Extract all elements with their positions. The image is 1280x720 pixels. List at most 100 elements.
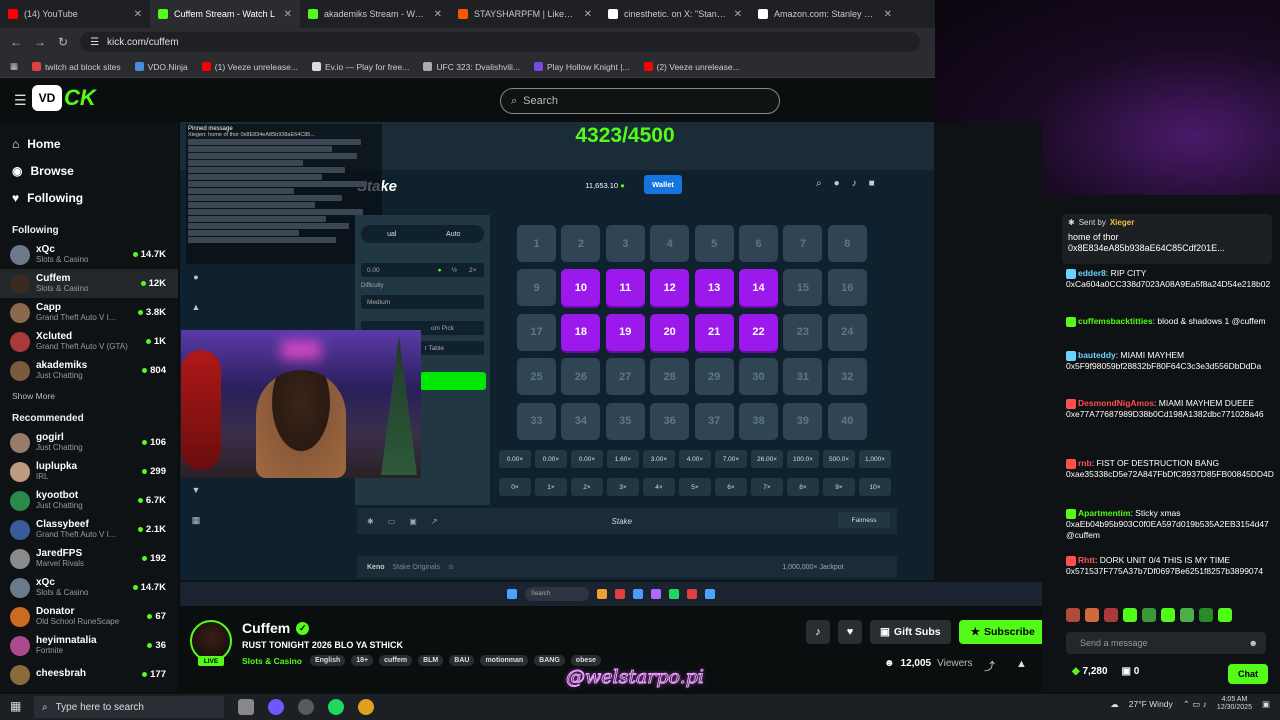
keno-tile[interactable]: 39 [783,402,823,440]
emote-icon[interactable] [1161,608,1175,622]
keno-tile[interactable]: 11 [605,269,645,307]
keno-tile[interactable]: 24 [827,313,867,351]
fairness-button[interactable]: Fairness [838,512,890,528]
emote-icon[interactable] [1142,608,1156,622]
chrome-icon[interactable] [358,699,374,715]
cup-icon[interactable]: ▼ [192,485,201,495]
user-icon[interactable]: ● [834,178,840,189]
chat-message[interactable]: rnb: FIST OF DESTRUCTION BANG 0xae35338c… [1066,458,1274,480]
browser-tab[interactable]: STAYSHARPFM | Liked tracks✕ [450,0,600,28]
obs-icon[interactable] [298,699,314,715]
settings-icon[interactable]: ✱ [367,517,374,526]
keno-tile[interactable]: 5 [694,225,734,262]
keno-tile[interactable]: 1 [517,225,556,262]
keno-tile[interactable]: 33 [517,402,556,440]
sidebar-channel-recommended[interactable]: heyimnatalia Fortnite 36 [0,631,178,660]
keno-tile[interactable]: 15 [783,269,823,307]
bet-button[interactable] [420,372,486,390]
emote-icon[interactable] [1104,608,1118,622]
double-button[interactable]: 2× [469,267,476,274]
search-input[interactable]: ⌕ Search [500,88,780,114]
bookmark-item[interactable]: twitch ad block sites [32,62,121,72]
sidebar-channel-recommended[interactable]: kyootbot Just Chatting 6.7K [0,486,178,515]
taskbar-search[interactable]: ⌕ Type here to search [34,696,224,718]
chat-username[interactable]: edder8 [1078,268,1106,278]
keno-tile[interactable]: 35 [605,402,645,440]
channel-points[interactable]: ◆ 7,280 ▣ 0 [1072,666,1139,677]
stream-tag[interactable]: English [309,655,346,666]
stream-tag[interactable]: 18+ [351,655,374,666]
sidebar-channel-following[interactable]: xQc Slots & Casino 14.7K [0,240,178,269]
emote-icon[interactable] [1199,608,1213,622]
half-button[interactable]: ½ [452,267,457,274]
chat-username[interactable]: Rhtt [1078,555,1095,565]
close-tab-icon[interactable]: ✕ [734,9,742,20]
keno-tile[interactable]: 34 [561,402,601,440]
show-more-link[interactable]: Show More [0,391,178,401]
chat-username[interactable]: Apartmentim [1078,508,1130,518]
tray-icons[interactable]: ⌃ ▭ ♪ [1183,699,1207,710]
task-view-icon[interactable] [238,699,254,715]
keno-tile[interactable]: 32 [827,358,867,396]
stream-tag[interactable]: cuffem [379,655,413,666]
keno-tile[interactable]: 31 [783,358,823,396]
sidebar-channel-recommended[interactable]: JaredFPS Marvel Rivals 192 [0,544,178,573]
notification-bell-icon[interactable]: ♪ [806,620,830,644]
sidebar-channel-recommended[interactable]: luplupka IRL 299 [0,457,178,486]
apps-icon[interactable]: ▦ [10,61,18,72]
info-icon[interactable]: ● [193,272,198,282]
keno-tile[interactable]: 18 [561,313,601,351]
keno-tile[interactable]: 26 [561,358,601,396]
follow-heart-icon[interactable]: ♥ [838,620,862,644]
chat-message[interactable]: cuffemsbacktitties: blood & shadows 1 @c… [1066,316,1266,327]
chat-icon[interactable]: ■ [869,178,875,189]
chat-input[interactable]: Send a message ☻ [1066,632,1266,654]
windows-start-icon[interactable]: ▦ [10,699,21,713]
menu-icon[interactable]: ☰ [14,92,27,109]
bookmark-item[interactable]: VDO.Ninja [134,62,188,72]
stats-icon[interactable]: ▣ [409,517,417,526]
nav-following[interactable]: ♥ Following [0,184,178,211]
sidebar-channel-recommended[interactable]: xQc Slots & Casino 14.7K [0,573,178,602]
weather-text[interactable]: 27°F Windy [1129,699,1173,709]
keno-tile[interactable]: 12 [650,269,690,307]
emote-icon[interactable] [1066,608,1080,622]
keno-tile[interactable]: 21 [694,313,734,351]
emote-icon[interactable] [1180,608,1194,622]
grid-icon[interactable]: ▦ [192,515,201,526]
keno-tile[interactable]: 28 [650,358,690,396]
emoji-icon[interactable]: ☻ [1249,638,1258,648]
site-info-icon[interactable]: ☰ [90,37,99,48]
share-icon[interactable]: ⤴ [984,658,995,674]
stream-tag[interactable]: BLM [418,655,444,666]
keno-tile[interactable]: 22 [739,313,778,351]
bookmark-item[interactable]: Play Hollow Knight |... [533,62,630,72]
streamer-name[interactable]: Cuffem ✓ [242,620,310,636]
sidebar-channel-recommended[interactable]: Classybeef Grand Theft Auto V I... 2.1K [0,515,178,544]
nav-browse[interactable]: ◉ Browse [0,157,178,184]
browser-tab[interactable]: Amazon.com: Stanley Kubrick✕ [750,0,900,28]
sidebar-channel-recommended[interactable]: Donator Old School RuneScape 67 [0,602,178,631]
chat-message[interactable]: Rhtt: DORK UNIT 0/4 THIS IS MY TIME 0x57… [1066,555,1266,577]
keno-tile[interactable]: 13 [694,269,734,307]
close-tab-icon[interactable]: ✕ [584,9,592,20]
balance-display[interactable]: 11,653.10 ● [570,177,640,193]
keno-tile[interactable]: 30 [739,358,778,396]
bet-amount-input[interactable]: 0.00 ● ½ 2× [361,263,484,277]
clock[interactable]: 4:05 AM 12/30/2025 [1217,696,1252,713]
spotify-icon[interactable] [328,699,344,715]
back-icon[interactable]: ← [10,35,22,49]
close-tab-icon[interactable]: ✕ [284,9,292,20]
close-tab-icon[interactable]: ✕ [434,9,442,20]
keno-tile[interactable]: 36 [650,402,690,440]
search-icon[interactable]: ⌕ [816,178,822,189]
close-tab-icon[interactable]: ✕ [884,9,892,20]
chart-icon[interactable]: ↗ [431,517,438,526]
app-icon[interactable] [268,699,284,715]
browser-tab[interactable]: akademiks Stream - Watch L✕ [300,0,450,28]
keno-tile[interactable]: 14 [739,269,778,307]
emote-icon[interactable] [1085,608,1099,622]
keno-tile[interactable]: 6 [739,225,778,262]
theatre-icon[interactable]: ▭ [388,517,396,526]
weather-icon[interactable]: ☁ [1110,699,1119,710]
